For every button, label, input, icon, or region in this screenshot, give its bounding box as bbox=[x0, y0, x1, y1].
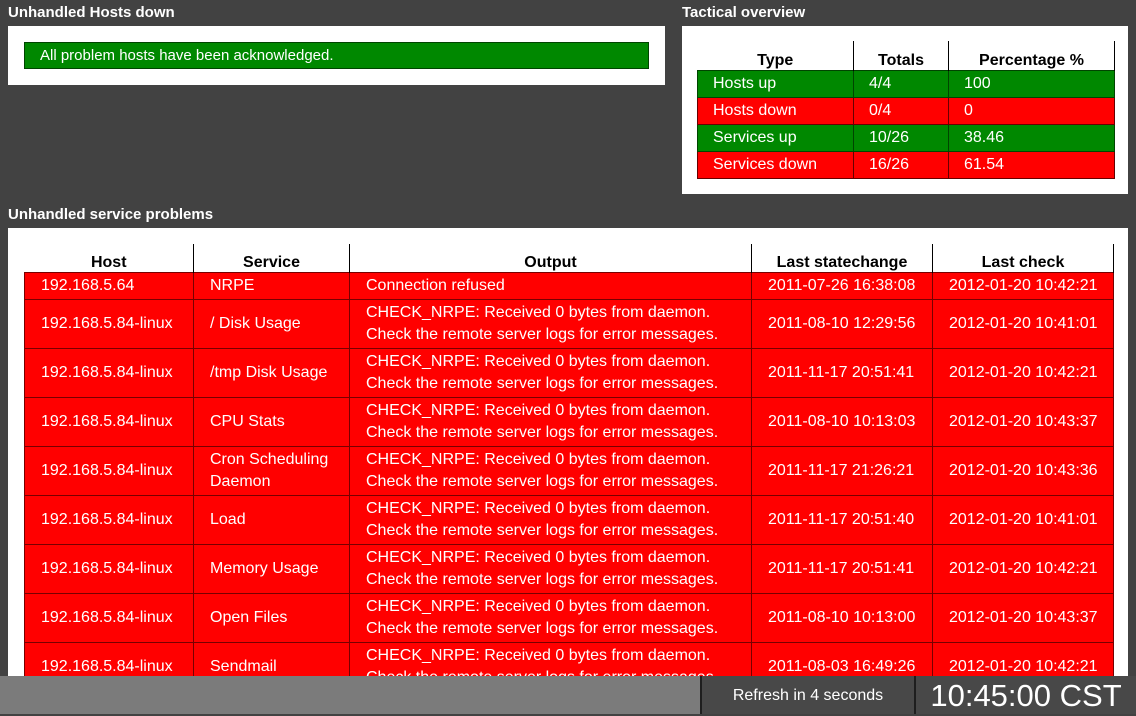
service-cell-service: Sendmail bbox=[193, 641, 350, 676]
service-row: 192.168.5.84-linux Cron Scheduling Daemo… bbox=[24, 445, 1114, 496]
service-cell-service: /tmp Disk Usage bbox=[193, 347, 350, 398]
tactical-row-services-down: Services down 16/26 61.54 bbox=[697, 150, 1115, 179]
tactical-cell-type: Services up bbox=[697, 123, 854, 152]
hosts-acknowledged-message: All problem hosts have been acknowledged… bbox=[24, 42, 649, 69]
service-cell-host: 192.168.5.84-linux bbox=[24, 494, 194, 545]
tactical-row-hosts-up: Hosts up 4/4 100 bbox=[697, 69, 1115, 98]
service-cell-service: NRPE bbox=[193, 271, 350, 300]
service-cell-service: Open Files bbox=[193, 592, 350, 643]
service-cell-check: 2012-01-20 10:42:21 bbox=[932, 271, 1114, 300]
tactical-header-percentage: Percentage % bbox=[948, 41, 1115, 70]
tactical-cell-percentage: 61.54 bbox=[948, 150, 1115, 179]
service-cell-host: 192.168.5.84-linux bbox=[24, 347, 194, 398]
service-row: 192.168.5.84-linux /tmp Disk Usage CHECK… bbox=[24, 347, 1114, 398]
service-cell-statechange: 2011-07-26 16:38:08 bbox=[751, 271, 933, 300]
services-header-host: Host bbox=[24, 244, 194, 272]
service-cell-check: 2012-01-20 10:41:01 bbox=[932, 494, 1114, 545]
hosts-down-title: Unhandled Hosts down bbox=[8, 4, 175, 21]
tactical-cell-type: Hosts down bbox=[697, 96, 854, 125]
service-cell-statechange: 2011-11-17 20:51:41 bbox=[751, 347, 933, 398]
service-cell-output: CHECK_NRPE: Received 0 bytes from daemon… bbox=[349, 641, 752, 676]
service-cell-host: 192.168.5.84-linux bbox=[24, 543, 194, 594]
service-cell-statechange: 2011-11-17 21:26:21 bbox=[751, 445, 933, 496]
service-row: 192.168.5.84-linux Open Files CHECK_NRPE… bbox=[24, 592, 1114, 643]
service-cell-service: CPU Stats bbox=[193, 396, 350, 447]
service-cell-check: 2012-01-20 10:42:21 bbox=[932, 641, 1114, 676]
tactical-cell-type: Hosts up bbox=[697, 69, 854, 98]
service-cell-host: 192.168.5.84-linux bbox=[24, 396, 194, 447]
tactical-cell-totals: 16/26 bbox=[853, 150, 949, 179]
services-header-service: Service bbox=[193, 244, 350, 272]
tactical-header-row: Type Totals Percentage % bbox=[697, 41, 1115, 70]
services-header-output: Output bbox=[349, 244, 752, 272]
service-cell-check: 2012-01-20 10:43:37 bbox=[932, 396, 1114, 447]
service-cell-statechange: 2011-08-10 12:29:56 bbox=[751, 298, 933, 349]
service-row: 192.168.5.84-linux CPU Stats CHECK_NRPE:… bbox=[24, 396, 1114, 447]
service-problems-panel: Host Service Output Last statechange Las… bbox=[8, 228, 1128, 676]
tactical-cell-percentage: 100 bbox=[948, 69, 1115, 98]
tactical-cell-totals: 0/4 bbox=[853, 96, 949, 125]
services-header-last-check: Last check bbox=[932, 244, 1114, 272]
tactical-row-hosts-down: Hosts down 0/4 0 bbox=[697, 96, 1115, 125]
service-row: 192.168.5.64 NRPE Connection refused 201… bbox=[24, 271, 1114, 300]
service-cell-host: 192.168.5.84-linux bbox=[24, 445, 194, 496]
service-cell-check: 2012-01-20 10:41:01 bbox=[932, 298, 1114, 349]
service-cell-check: 2012-01-20 10:43:37 bbox=[932, 592, 1114, 643]
service-cell-service: Load bbox=[193, 494, 350, 545]
refresh-countdown: Refresh in 4 seconds bbox=[700, 676, 916, 714]
service-cell-output: CHECK_NRPE: Received 0 bytes from daemon… bbox=[349, 445, 752, 496]
service-cell-statechange: 2011-08-03 16:49:26 bbox=[751, 641, 933, 676]
tactical-overview-panel: Type Totals Percentage % Hosts up 4/4 10… bbox=[682, 26, 1128, 194]
tactical-cell-percentage: 0 bbox=[948, 96, 1115, 125]
service-cell-service: / Disk Usage bbox=[193, 298, 350, 349]
services-header-row: Host Service Output Last statechange Las… bbox=[24, 244, 1114, 272]
service-cell-check: 2012-01-20 10:43:36 bbox=[932, 445, 1114, 496]
service-problems-title: Unhandled service problems bbox=[8, 206, 214, 223]
service-cell-check: 2012-01-20 10:42:21 bbox=[932, 347, 1114, 398]
service-cell-host: 192.168.5.84-linux bbox=[24, 298, 194, 349]
service-cell-statechange: 2011-11-17 20:51:40 bbox=[751, 494, 933, 545]
service-cell-statechange: 2011-11-17 20:51:41 bbox=[751, 543, 933, 594]
service-cell-statechange: 2011-08-10 10:13:03 bbox=[751, 396, 933, 447]
tactical-cell-percentage: 38.46 bbox=[948, 123, 1115, 152]
service-cell-host: 192.168.5.84-linux bbox=[24, 592, 194, 643]
service-cell-output: CHECK_NRPE: Received 0 bytes from daemon… bbox=[349, 347, 752, 398]
service-row: 192.168.5.84-linux Memory Usage CHECK_NR… bbox=[24, 543, 1114, 594]
service-cell-host: 192.168.5.64 bbox=[24, 271, 194, 300]
service-cell-check: 2012-01-20 10:42:21 bbox=[932, 543, 1114, 594]
service-row: 192.168.5.84-linux Load CHECK_NRPE: Rece… bbox=[24, 494, 1114, 545]
service-cell-service: Memory Usage bbox=[193, 543, 350, 594]
service-row: 192.168.5.84-linux / Disk Usage CHECK_NR… bbox=[24, 298, 1114, 349]
service-cell-output: CHECK_NRPE: Received 0 bytes from daemon… bbox=[349, 543, 752, 594]
hosts-down-panel: All problem hosts have been acknowledged… bbox=[8, 26, 665, 85]
service-cell-output: CHECK_NRPE: Received 0 bytes from daemon… bbox=[349, 298, 752, 349]
status-bar: Refresh in 4 seconds 10:45:00 CST bbox=[0, 676, 1136, 714]
service-cell-output: CHECK_NRPE: Received 0 bytes from daemon… bbox=[349, 396, 752, 447]
service-cell-output: CHECK_NRPE: Received 0 bytes from daemon… bbox=[349, 494, 752, 545]
service-problems-table: Host Service Output Last statechange Las… bbox=[24, 244, 1114, 676]
service-cell-service: Cron Scheduling Daemon bbox=[193, 445, 350, 496]
tactical-row-services-up: Services up 10/26 38.46 bbox=[697, 123, 1115, 152]
tactical-cell-totals: 4/4 bbox=[853, 69, 949, 98]
tactical-overview-title: Tactical overview bbox=[682, 4, 806, 21]
service-cell-output: CHECK_NRPE: Received 0 bytes from daemon… bbox=[349, 592, 752, 643]
tactical-cell-totals: 10/26 bbox=[853, 123, 949, 152]
service-cell-output: Connection refused bbox=[349, 271, 752, 300]
clock: 10:45:00 CST bbox=[916, 676, 1136, 714]
tactical-cell-type: Services down bbox=[697, 150, 854, 179]
tactical-header-type: Type bbox=[697, 41, 854, 70]
service-cell-host: 192.168.5.84-linux bbox=[24, 641, 194, 676]
service-row: 192.168.5.84-linux Sendmail CHECK_NRPE: … bbox=[24, 641, 1114, 676]
tactical-table: Type Totals Percentage % Hosts up 4/4 10… bbox=[697, 41, 1115, 179]
services-header-last-statechange: Last statechange bbox=[751, 244, 933, 272]
service-cell-statechange: 2011-08-10 10:13:00 bbox=[751, 592, 933, 643]
tactical-header-totals: Totals bbox=[853, 41, 949, 70]
